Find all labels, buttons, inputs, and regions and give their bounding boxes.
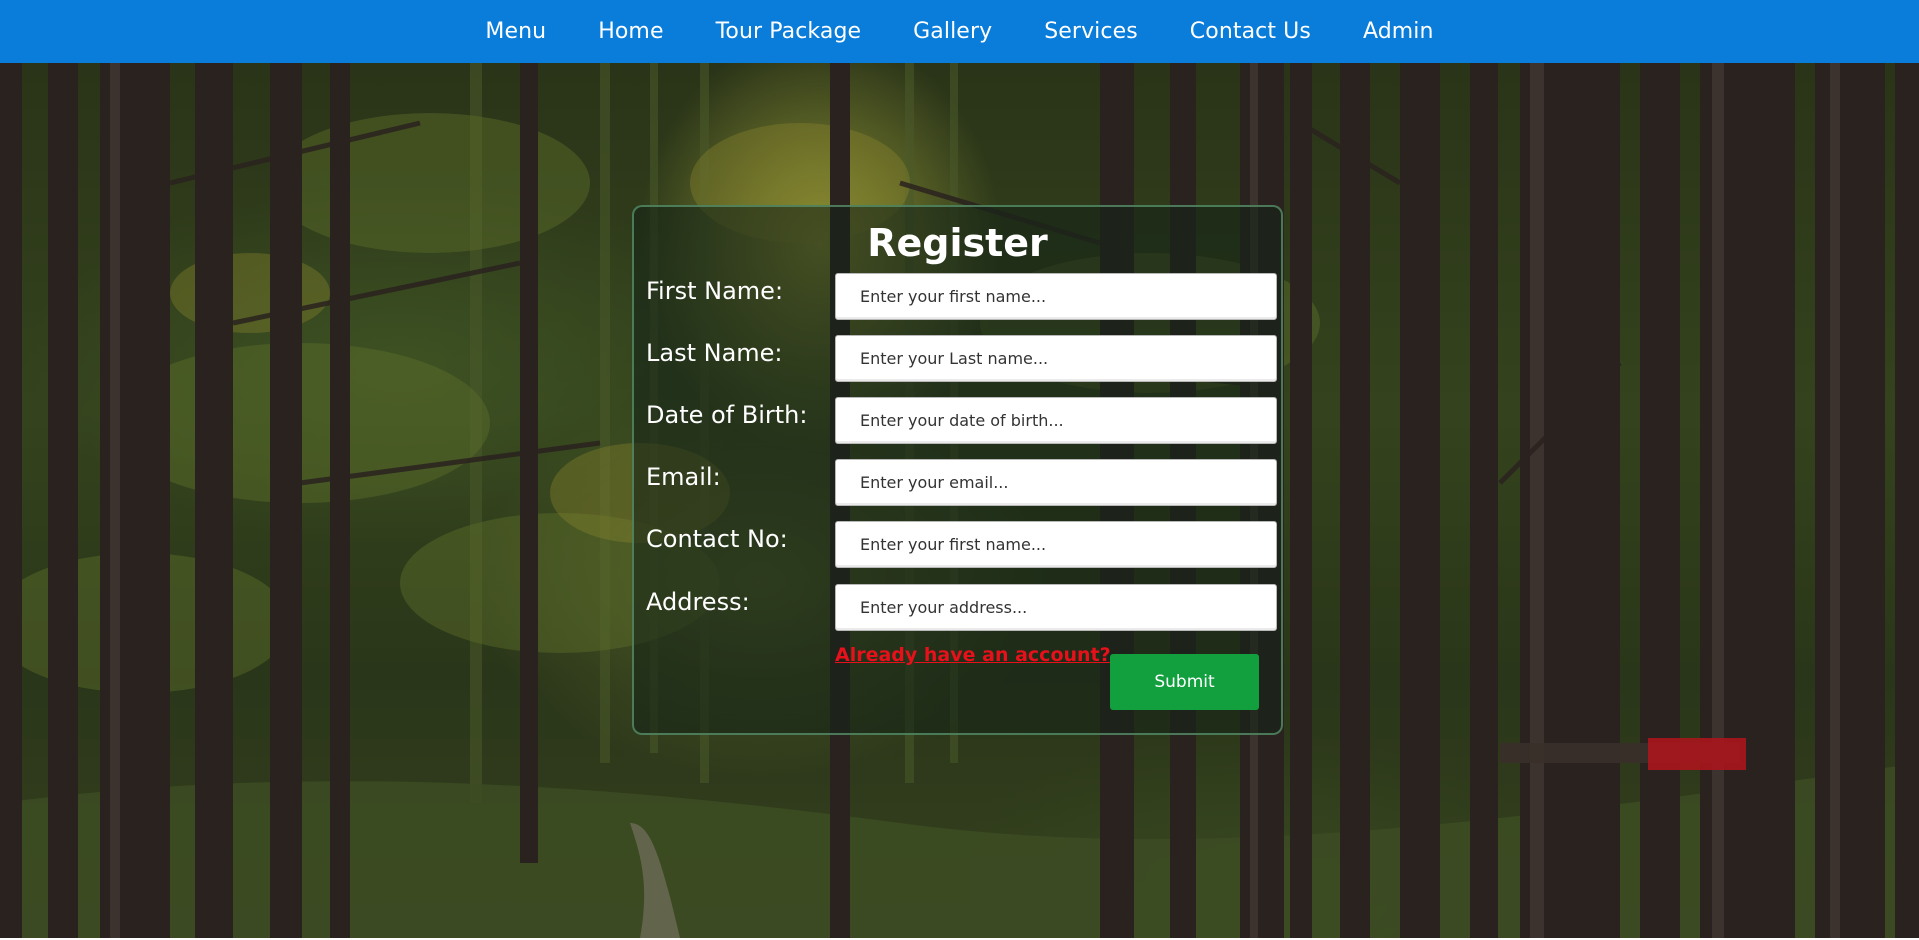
nav-item-admin[interactable]: Admin xyxy=(1363,19,1434,44)
contact-no-input[interactable] xyxy=(835,521,1277,568)
contact-no-label: Contact No: xyxy=(646,525,788,553)
nav-item-tour-package[interactable]: Tour Package xyxy=(716,19,862,44)
already-have-account-link[interactable]: Already have an account? xyxy=(835,644,1111,666)
nav-item-services[interactable]: Services xyxy=(1044,19,1138,44)
email-row: Email: xyxy=(646,459,1277,507)
email-input[interactable] xyxy=(835,459,1277,506)
nav-item-gallery[interactable]: Gallery xyxy=(913,19,992,44)
address-label: Address: xyxy=(646,588,750,616)
last-name-label: Last Name: xyxy=(646,339,783,367)
first-name-label: First Name: xyxy=(646,277,784,305)
nav-item-home[interactable]: Home xyxy=(598,19,663,44)
top-navbar: Menu Home Tour Package Gallery Services … xyxy=(0,0,1919,63)
first-name-row: First Name: xyxy=(646,273,1277,321)
email-label: Email: xyxy=(646,463,721,491)
date-of-birth-label: Date of Birth: xyxy=(646,401,808,429)
last-name-row: Last Name: xyxy=(646,335,1277,383)
address-input[interactable] xyxy=(835,584,1277,631)
register-title: Register xyxy=(867,221,1048,265)
register-form: Register First Name: Last Name: Date of … xyxy=(632,205,1283,735)
nav-item-contact-us[interactable]: Contact Us xyxy=(1190,19,1311,44)
first-name-input[interactable] xyxy=(835,273,1277,320)
date-of-birth-row: Date of Birth: xyxy=(646,397,1277,445)
nav-item-menu[interactable]: Menu xyxy=(485,19,546,44)
contact-no-row: Contact No: xyxy=(646,521,1277,569)
date-of-birth-input[interactable] xyxy=(835,397,1277,444)
submit-button[interactable]: Submit xyxy=(1110,654,1259,710)
address-row: Address: xyxy=(646,584,1277,632)
last-name-input[interactable] xyxy=(835,335,1277,382)
